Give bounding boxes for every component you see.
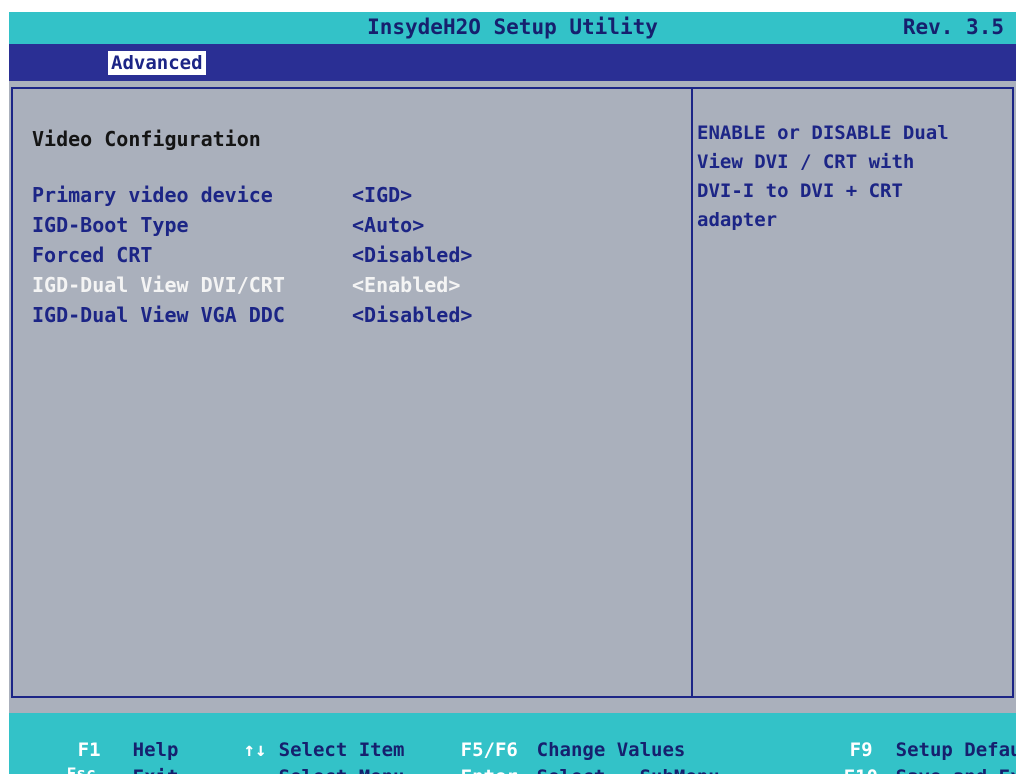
- exit-label: Exit: [133, 766, 179, 774]
- setting-primary-video-device[interactable]: Primary video device <IGD>: [32, 183, 672, 213]
- setting-label: IGD-Dual View VGA DDC: [32, 303, 285, 327]
- help-line: View DVI / CRT with: [697, 151, 915, 173]
- bios-screen: InsydeH2O Setup Utility Rev. 3.5 Advance…: [9, 12, 1016, 774]
- setting-label: Forced CRT: [32, 243, 153, 267]
- menu-bar: Advanced: [9, 44, 1016, 81]
- setting-igd-dual-view-dvi-crt[interactable]: IGD-Dual View DVI/CRT <Enabled>: [32, 273, 672, 303]
- title-bar: InsydeH2O Setup Utility Rev. 3.5: [9, 12, 1016, 44]
- help-line: DVI-I to DVI + CRT: [697, 180, 903, 202]
- revision-label: Rev. 3.5: [902, 15, 1004, 39]
- save-and-exit-label: Save and Exit: [896, 766, 1016, 774]
- help-panel: ENABLE or DISABLE Dual View DVI / CRT wi…: [697, 119, 1002, 235]
- main-panel: Video Configuration Primary video device…: [11, 87, 1014, 698]
- tab-advanced[interactable]: Advanced: [108, 51, 206, 75]
- footer-select-menu-desc: Select Menu: [210, 744, 405, 774]
- setting-label: IGD-Dual View DVI/CRT: [32, 273, 285, 297]
- footer-f10-desc: Save and Exit: [827, 744, 1016, 774]
- setting-igd-dual-view-vga-ddc[interactable]: IGD-Dual View VGA DDC <Disabled>: [32, 303, 672, 333]
- setting-value[interactable]: <Enabled>: [352, 273, 460, 297]
- app-title: InsydeH2O Setup Utility: [367, 15, 658, 39]
- setting-value[interactable]: <Disabled>: [352, 243, 472, 267]
- footer-exit-desc: Exit: [64, 744, 179, 774]
- setting-value[interactable]: <IGD>: [352, 183, 412, 207]
- select-menu-label: Select Menu: [279, 766, 405, 774]
- setting-value[interactable]: <Disabled>: [352, 303, 472, 327]
- setting-igd-boot-type[interactable]: IGD-Boot Type <Auto>: [32, 213, 672, 243]
- setting-forced-crt[interactable]: Forced CRT <Disabled>: [32, 243, 672, 273]
- footer-keybar: F1 Help Esc Exit ↑↓ Select Item ↔ Select…: [9, 713, 1016, 774]
- help-line: adapter: [697, 209, 778, 231]
- footer-enter-desc: Select ▸ SubMenu: [468, 744, 720, 774]
- setting-value[interactable]: <Auto>: [352, 213, 424, 237]
- setting-label: IGD-Boot Type: [32, 213, 189, 237]
- setting-label: Primary video device: [32, 183, 273, 207]
- help-line: ENABLE or DISABLE Dual: [697, 122, 949, 144]
- panel-divider: [691, 89, 693, 696]
- submenu-label: Select ▸ SubMenu: [537, 766, 720, 774]
- section-title: Video Configuration: [32, 127, 261, 151]
